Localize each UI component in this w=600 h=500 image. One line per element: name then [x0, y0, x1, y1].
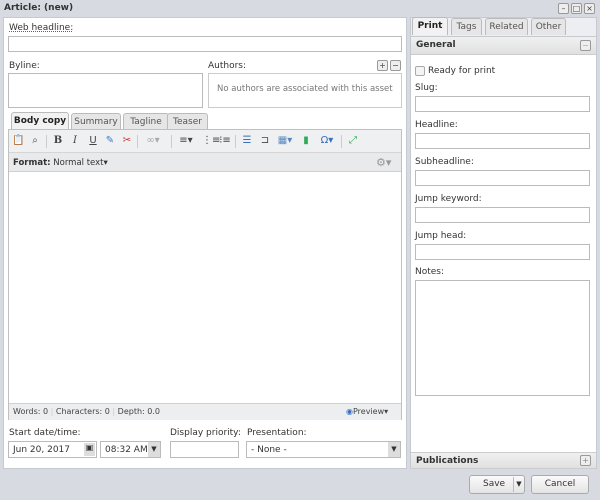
preview-label: Preview — [352, 407, 385, 416]
tab-print[interactable]: Print — [412, 17, 448, 35]
window-title: Article: (new) — [4, 3, 74, 13]
add-publication-button[interactable]: + — [580, 455, 591, 466]
notes-label: Notes: — [415, 267, 445, 277]
jump-keyword-input[interactable] — [415, 207, 590, 223]
save-label: Save — [483, 479, 506, 489]
web-headline-input[interactable] — [8, 36, 402, 52]
jump-keyword-label: Jump keyword: — [415, 194, 482, 204]
start-date-label: Start date/time: — [9, 428, 81, 438]
editor-status-bar: Words: 0 | Characters: 0 | Depth: 0.0 — [9, 403, 401, 420]
toolbar-separator — [46, 135, 47, 148]
notes-textarea[interactable] — [415, 280, 590, 396]
format-value: Normal text — [53, 158, 104, 168]
chevron-down-icon[interactable]: ▼ — [148, 442, 160, 457]
publications-section-header[interactable]: Publications — [411, 452, 596, 469]
chevron-down-icon[interactable]: ▼ — [388, 442, 400, 457]
cut-icon[interactable]: ✂ — [121, 135, 133, 146]
ready-for-print-label: Ready for print — [428, 66, 496, 76]
tab-teaser[interactable]: Teaser — [167, 113, 208, 130]
tab-summary[interactable]: Summary — [71, 113, 121, 130]
calendar-icon[interactable]: ▣ — [84, 443, 95, 456]
horizontal-rule-icon[interactable]: ☰ — [241, 135, 253, 146]
toolbar-separator — [137, 135, 138, 148]
depth: Depth: 0.0 — [117, 407, 160, 416]
cancel-button[interactable]: Cancel — [531, 475, 589, 494]
tab-body-copy[interactable]: Body copy — [11, 112, 69, 130]
editor-content-area[interactable] — [9, 172, 401, 403]
preview-button[interactable]: ◉Preview▾ — [346, 407, 388, 416]
tab-tags[interactable]: Tags — [451, 18, 482, 35]
link-icon[interactable]: ∞▾ — [143, 135, 163, 146]
toolbar-separator — [341, 135, 342, 148]
add-author-button[interactable]: + — [377, 60, 388, 71]
byline-input[interactable] — [8, 73, 203, 108]
close-button[interactable]: × — [584, 3, 595, 14]
minimize-button[interactable]: – — [558, 3, 569, 14]
subheadline-label: Subheadline: — [415, 157, 474, 167]
format-label: Format: — [13, 158, 51, 168]
subheadline-input[interactable] — [415, 170, 590, 186]
eye-icon: ◉ — [346, 407, 353, 416]
jump-head-input[interactable] — [415, 244, 590, 260]
page-break-icon[interactable]: ⊐ — [259, 135, 271, 146]
authors-empty-text: No authors are associated with this asse… — [217, 84, 393, 94]
slug-input[interactable] — [415, 96, 590, 112]
fullscreen-icon[interactable]: ⤢ — [347, 135, 359, 146]
find-icon[interactable]: ⌕ — [29, 135, 41, 146]
headline-label: Headline: — [415, 120, 458, 130]
word-count: Words: 0 — [13, 407, 49, 416]
italic-icon[interactable]: I — [69, 135, 81, 146]
maximize-button[interactable]: □ — [571, 3, 582, 14]
authors-list: No authors are associated with this asse… — [208, 73, 402, 108]
web-headline-label: Web headline: — [9, 23, 74, 33]
remove-author-button[interactable]: − — [390, 60, 401, 71]
presentation-select[interactable]: - None - — [246, 441, 401, 458]
save-options-dropdown[interactable]: ▼ — [513, 477, 524, 492]
table-icon[interactable]: ▦▾ — [276, 135, 294, 146]
spellcheck-icon[interactable]: ✎ — [104, 135, 116, 146]
tab-related[interactable]: Related — [485, 18, 528, 35]
jump-head-label: Jump head: — [415, 231, 467, 241]
paste-icon[interactable]: 📋 — [12, 135, 24, 146]
settings-gear-icon[interactable]: ⚙▾ — [376, 156, 391, 169]
authors-label: Authors: — [208, 61, 247, 71]
toolbar-separator — [235, 135, 236, 148]
tab-tagline[interactable]: Tagline — [123, 113, 169, 130]
slug-label: Slug: — [415, 83, 438, 93]
byline-label: Byline: — [9, 61, 40, 71]
display-priority-input[interactable] — [170, 441, 239, 458]
display-priority-label: Display priority: — [170, 428, 241, 438]
collapse-icon[interactable]: − — [580, 40, 591, 51]
bullet-list-icon[interactable]: ⁝≡ — [219, 135, 231, 146]
character-count: Characters: 0 — [55, 407, 110, 416]
underline-icon[interactable]: U — [87, 135, 99, 146]
general-section-header[interactable]: General — [411, 37, 596, 55]
special-char-icon[interactable]: Ω▾ — [317, 135, 337, 146]
ready-for-print-checkbox[interactable] — [415, 66, 425, 76]
align-icon[interactable]: ≡▾ — [177, 135, 195, 146]
media-icon[interactable]: ▮ — [300, 135, 312, 146]
bold-icon[interactable]: B — [52, 135, 64, 146]
format-dropdown[interactable]: Format: Normal text▾ — [13, 158, 108, 168]
presentation-label: Presentation: — [247, 428, 307, 438]
headline-input[interactable] — [415, 133, 590, 149]
toolbar-separator — [171, 135, 172, 148]
tab-other[interactable]: Other — [531, 18, 566, 35]
numbered-list-icon[interactable]: ⋮≡ — [202, 135, 220, 146]
